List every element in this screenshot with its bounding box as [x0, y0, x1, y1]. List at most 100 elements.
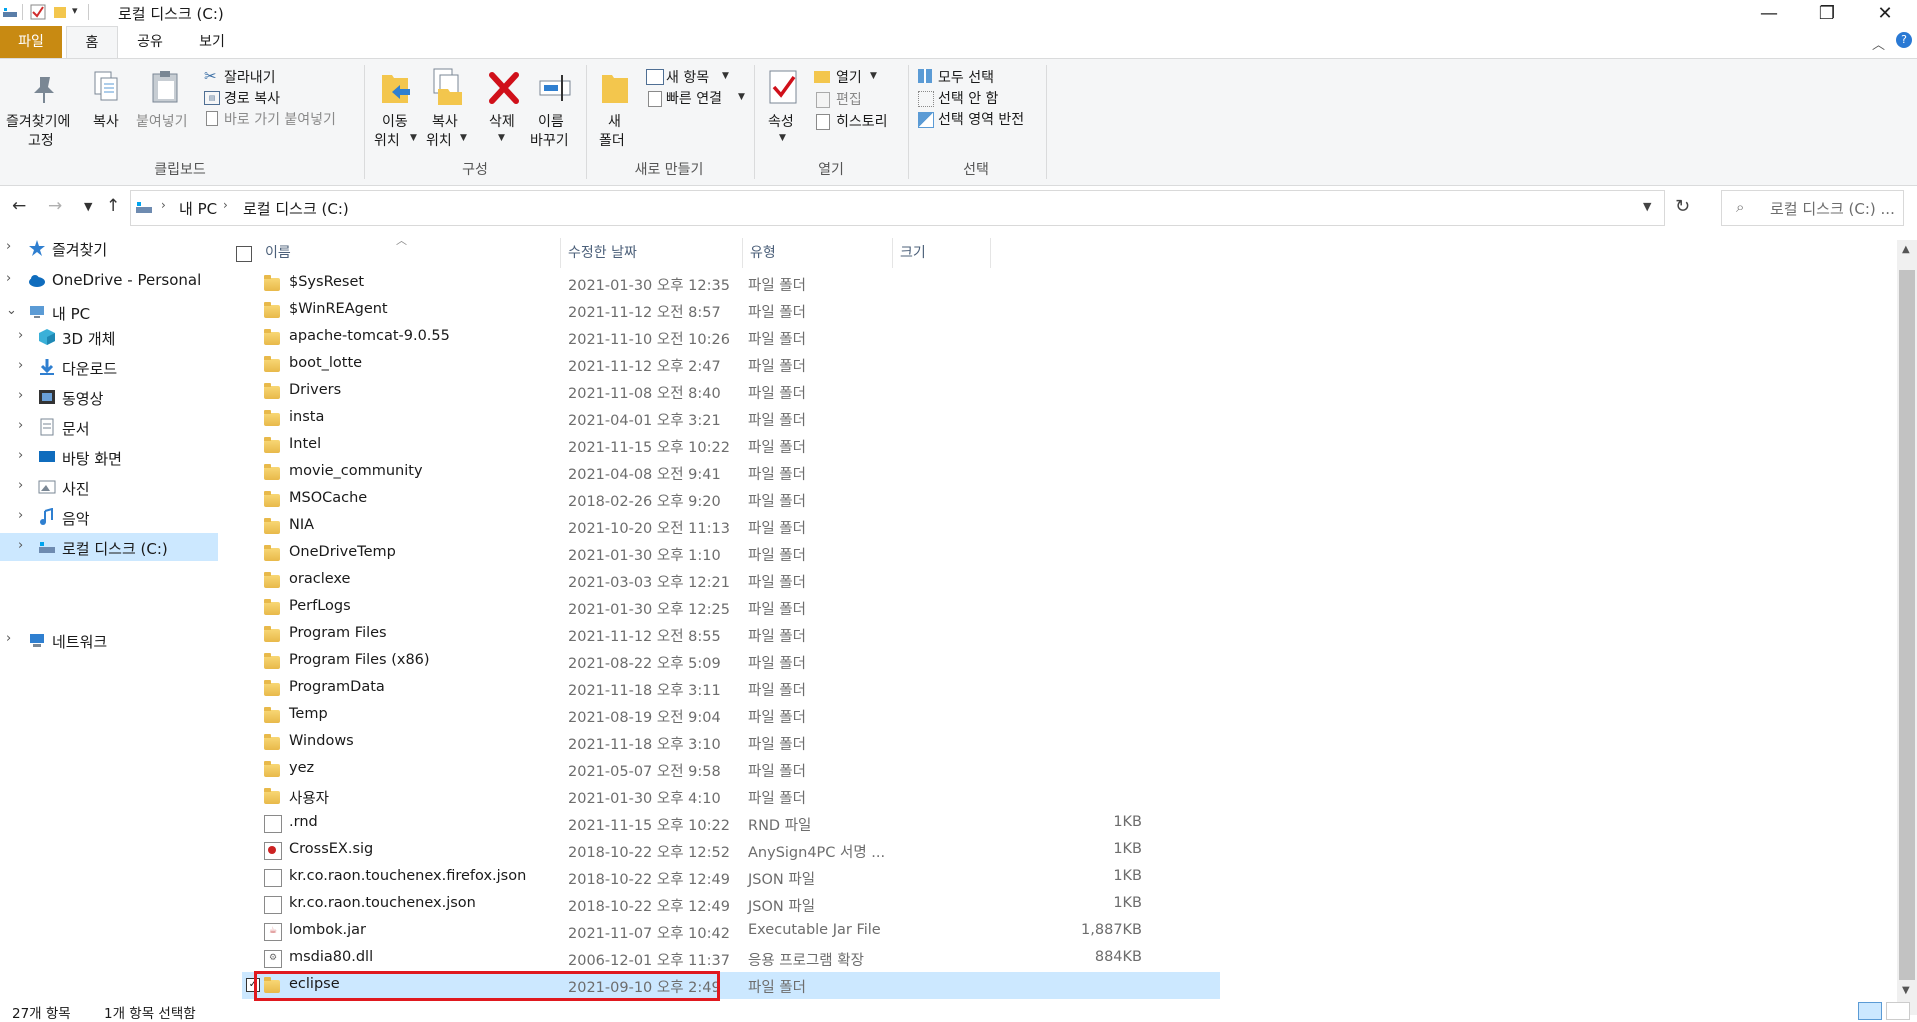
table-row[interactable]: MSOCache 2018-02-26 오후 9:20 파일 폴더: [242, 486, 1220, 513]
new-folder-label-2[interactable]: 폴더: [599, 130, 625, 150]
tab-home[interactable]: 홈: [66, 26, 118, 58]
properties-label[interactable]: 속성: [768, 111, 794, 131]
expand-chevron-right-icon[interactable]: ›: [6, 631, 11, 646]
expand-chevron-right-icon[interactable]: ›: [18, 418, 23, 433]
chevron-down-icon[interactable]: ▼: [722, 71, 729, 81]
nav-onedrive[interactable]: › OneDrive - Personal: [0, 266, 218, 294]
expand-chevron-right-icon[interactable]: ›: [18, 478, 23, 493]
search-box[interactable]: ⌕ 로컬 디스크 (C:) ...: [1721, 190, 1904, 226]
expand-chevron-down-icon[interactable]: ⌄: [6, 303, 17, 318]
scroll-thumb[interactable]: [1899, 270, 1915, 980]
forward-button[interactable]: →: [48, 196, 62, 216]
column-divider[interactable]: [892, 238, 893, 268]
restore-button[interactable]: ❐: [1798, 0, 1856, 26]
column-header-date[interactable]: 수정한 날짜: [568, 238, 728, 268]
new-folder-qa-icon[interactable]: [52, 4, 68, 20]
table-row[interactable]: 사용자 2021-01-30 오후 4:10 파일 폴더: [242, 783, 1220, 810]
minimize-button[interactable]: —: [1740, 0, 1798, 26]
table-row[interactable]: kr.co.raon.touchenex.firefox.json 2018-10…: [242, 864, 1220, 891]
select-none-icon[interactable]: [918, 91, 934, 107]
invert-selection-icon[interactable]: [918, 112, 934, 128]
table-row[interactable]: yez 2021-05-07 오전 9:58 파일 폴더: [242, 756, 1220, 783]
refresh-button[interactable]: ↻: [1675, 196, 1690, 217]
breadcrumb-thispc[interactable]: 내 PC: [179, 198, 217, 219]
large-icons-view-button[interactable]: [1886, 1002, 1910, 1020]
table-row[interactable]: $WinREAgent 2021-11-12 오전 8:57 파일 폴더: [242, 297, 1220, 324]
select-all-icon[interactable]: [918, 69, 932, 83]
new-folder-icon[interactable]: [600, 71, 630, 105]
help-icon[interactable]: ?: [1896, 32, 1912, 48]
drive-icon[interactable]: [2, 4, 18, 20]
nav-network[interactable]: › 네트워크: [0, 626, 218, 654]
rename-label-2[interactable]: 바꾸기: [530, 130, 569, 150]
table-row[interactable]: Program Files 2021-11-12 오전 8:55 파일 폴더: [242, 621, 1220, 648]
open-button[interactable]: 열기: [836, 67, 862, 87]
breadcrumb-drive[interactable]: 로컬 디스크 (C:): [243, 198, 349, 219]
expand-chevron-right-icon[interactable]: ›: [18, 508, 23, 523]
search-placeholder[interactable]: 로컬 디스크 (C:) ...: [1770, 198, 1895, 219]
table-row[interactable]: apache-tomcat-9.0.55 2021-11-10 오전 10:26 파…: [242, 324, 1220, 351]
new-folder-label[interactable]: 새: [608, 111, 621, 131]
nav-thispc[interactable]: ⌄ 내 PC: [0, 298, 218, 326]
edit-button[interactable]: 편집: [836, 89, 862, 109]
history-icon[interactable]: [816, 114, 830, 130]
collapse-ribbon-icon[interactable]: ︿: [1872, 34, 1885, 53]
address-dropdown-icon[interactable]: ▼: [1643, 200, 1651, 213]
paste-icon[interactable]: [150, 69, 180, 105]
invert-selection-button[interactable]: 선택 영역 반전: [938, 109, 1024, 129]
nav-local-disk[interactable]: › 로컬 디스크 (C:): [0, 533, 218, 561]
table-row[interactable]: Drivers 2021-11-08 오전 8:40 파일 폴더: [242, 378, 1220, 405]
table-row[interactable]: ✓ eclipse 2021-09-10 오후 2:49 파일 폴더: [242, 972, 1220, 999]
scroll-up-arrow[interactable]: ▲: [1902, 244, 1910, 255]
expand-chevron-right-icon[interactable]: ›: [18, 328, 23, 343]
copy-path-button[interactable]: 경로 복사: [224, 88, 280, 108]
column-divider[interactable]: [742, 238, 743, 268]
copy-to-label-2[interactable]: 위치: [426, 130, 452, 150]
details-view-button[interactable]: [1858, 1002, 1882, 1020]
table-row[interactable]: $SysReset 2021-01-30 오후 12:35 파일 폴더: [242, 270, 1220, 297]
paste-label[interactable]: 붙여넣기: [136, 111, 188, 131]
open-icon[interactable]: [814, 71, 830, 83]
history-button[interactable]: 히스토리: [836, 111, 888, 131]
pin-label-2[interactable]: 고정: [28, 130, 54, 150]
easy-access-button[interactable]: 빠른 연결: [666, 88, 722, 108]
table-row[interactable]: movie_community 2021-04-08 오전 9:41 파일 폴더: [242, 459, 1220, 486]
nav-videos[interactable]: › 동영상: [0, 383, 218, 411]
scroll-down-arrow[interactable]: ▼: [1902, 985, 1910, 996]
column-divider[interactable]: [560, 238, 561, 268]
nav-desktop[interactable]: › 바탕 화면: [0, 443, 218, 471]
qat-dropdown[interactable]: ▾: [72, 4, 78, 17]
copy-label[interactable]: 복사: [93, 111, 119, 131]
nav-downloads[interactable]: › 다운로드: [0, 353, 218, 381]
table-row[interactable]: .rnd 2021-11-15 오후 10:22 RND 파일 1KB: [242, 810, 1220, 837]
chevron-down-icon[interactable]: ▼: [498, 133, 505, 143]
table-row[interactable]: CrossEX.sig 2018-10-22 오후 12:52 AnySign4PC…: [242, 837, 1220, 864]
new-item-icon[interactable]: [646, 69, 664, 85]
delete-icon[interactable]: [488, 71, 520, 105]
table-row[interactable]: oraclexe 2021-03-03 오후 12:21 파일 폴더: [242, 567, 1220, 594]
chevron-down-icon[interactable]: ▼: [870, 71, 877, 81]
table-row[interactable]: OneDriveTemp 2021-01-30 오후 1:10 파일 폴더: [242, 540, 1220, 567]
easy-access-icon[interactable]: [648, 91, 662, 107]
address-bar[interactable]: › 내 PC › 로컬 디스크 (C:) ▼: [130, 190, 1665, 226]
move-to-label-2[interactable]: 위치: [374, 130, 400, 150]
table-row[interactable]: Intel 2021-11-15 오후 10:22 파일 폴더: [242, 432, 1220, 459]
delete-label[interactable]: 삭제: [489, 111, 515, 131]
table-row[interactable]: Windows 2021-11-18 오후 3:10 파일 폴더: [242, 729, 1220, 756]
expand-chevron-right-icon[interactable]: ›: [6, 271, 11, 286]
expand-chevron-right-icon[interactable]: ›: [18, 538, 23, 553]
chevron-down-icon[interactable]: ▼: [779, 133, 786, 143]
select-all-checkbox[interactable]: [236, 246, 252, 262]
back-button[interactable]: ←: [12, 196, 26, 216]
rename-label[interactable]: 이름: [538, 111, 564, 131]
new-item-button[interactable]: 새 항목: [666, 67, 709, 87]
expand-chevron-right-icon[interactable]: ›: [6, 239, 11, 254]
expand-chevron-right-icon[interactable]: ›: [18, 358, 23, 373]
select-none-button[interactable]: 선택 안 함: [938, 88, 998, 108]
properties-icon[interactable]: [768, 69, 798, 105]
table-row[interactable]: Temp 2021-08-19 오전 9:04 파일 폴더: [242, 702, 1220, 729]
copy-icon[interactable]: [92, 69, 120, 105]
table-row[interactable]: insta 2021-04-01 오후 3:21 파일 폴더: [242, 405, 1220, 432]
table-row[interactable]: kr.co.raon.touchenex.json 2018-10-22 오후 1…: [242, 891, 1220, 918]
column-header-size[interactable]: 크기: [900, 238, 980, 268]
